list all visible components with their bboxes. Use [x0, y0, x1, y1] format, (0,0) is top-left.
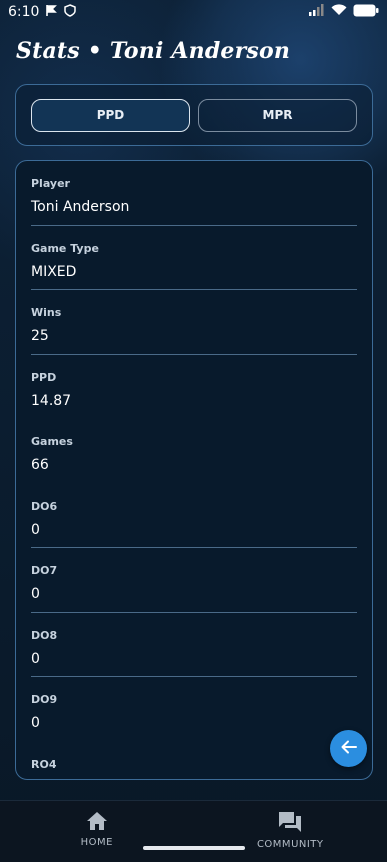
battery-icon [353, 4, 379, 21]
arrow-left-icon [340, 738, 358, 760]
stat-label: Games [31, 435, 73, 448]
back-fab-button[interactable] [330, 730, 367, 767]
stat-value: 25 [31, 328, 49, 344]
notification-flag-icon [45, 4, 58, 21]
ppd-button[interactable]: PPD [31, 98, 190, 132]
signal-icon [309, 4, 325, 20]
nav-label-community: COMMUNITY [256, 839, 324, 850]
stat-row-do8: DO8 0 [16, 613, 372, 678]
stat-value: 0 [31, 715, 40, 731]
status-bar: 6:10 [0, 0, 387, 24]
forum-icon [278, 811, 302, 839]
status-time: 6:10 [8, 4, 40, 20]
bottom-navigation: HOME COMMUNITY [0, 800, 387, 862]
stat-row-do9: DO9 0 [16, 677, 372, 742]
stat-row-do7: DO7 0 [16, 548, 372, 613]
stat-value: Toni Anderson [31, 199, 130, 215]
stats-card: Player Toni Anderson Game Type MIXED Win… [15, 160, 373, 780]
stat-row-game-type: Game Type MIXED [16, 226, 372, 291]
stat-label: Player [31, 177, 70, 190]
wifi-icon [331, 4, 347, 20]
nav-item-home[interactable]: HOME [0, 801, 194, 862]
nav-item-community[interactable]: COMMUNITY [194, 801, 387, 862]
stat-label: Game Type [31, 241, 99, 255]
stat-label: DO7 [31, 564, 58, 577]
home-icon [86, 811, 108, 837]
stat-value: 0 [31, 521, 40, 538]
stat-value: 0 [31, 650, 40, 667]
shield-icon [64, 3, 77, 21]
stat-value: 0 [31, 586, 40, 602]
page-title: Stats • Toni Anderson [16, 38, 291, 64]
stat-label: PPD [31, 370, 57, 384]
stat-value: MIXED [31, 263, 77, 280]
nav-label-home: HOME [80, 837, 113, 848]
stat-row-do6: DO6 0 [16, 484, 372, 549]
stat-label: DO9 [31, 693, 58, 706]
stat-label: DO6 [31, 499, 58, 513]
stat-value: 14.87 [31, 392, 72, 409]
stat-label: Wins [31, 306, 62, 319]
stat-row-wins: Wins 25 [16, 290, 372, 355]
stat-row-player: Player Toni Anderson [16, 161, 372, 226]
stat-type-toggle: PPD MPR [15, 84, 373, 146]
mpr-button[interactable]: MPR [198, 98, 357, 132]
stat-label: DO8 [31, 628, 58, 642]
stat-row-ppd: PPD 14.87 [16, 355, 372, 420]
stat-value: 66 [31, 457, 49, 473]
stat-row-games: Games 66 [16, 419, 372, 484]
home-indicator[interactable] [143, 846, 245, 850]
stat-row-ro4: RO4 [16, 742, 372, 780]
stat-label: RO4 [31, 757, 57, 771]
